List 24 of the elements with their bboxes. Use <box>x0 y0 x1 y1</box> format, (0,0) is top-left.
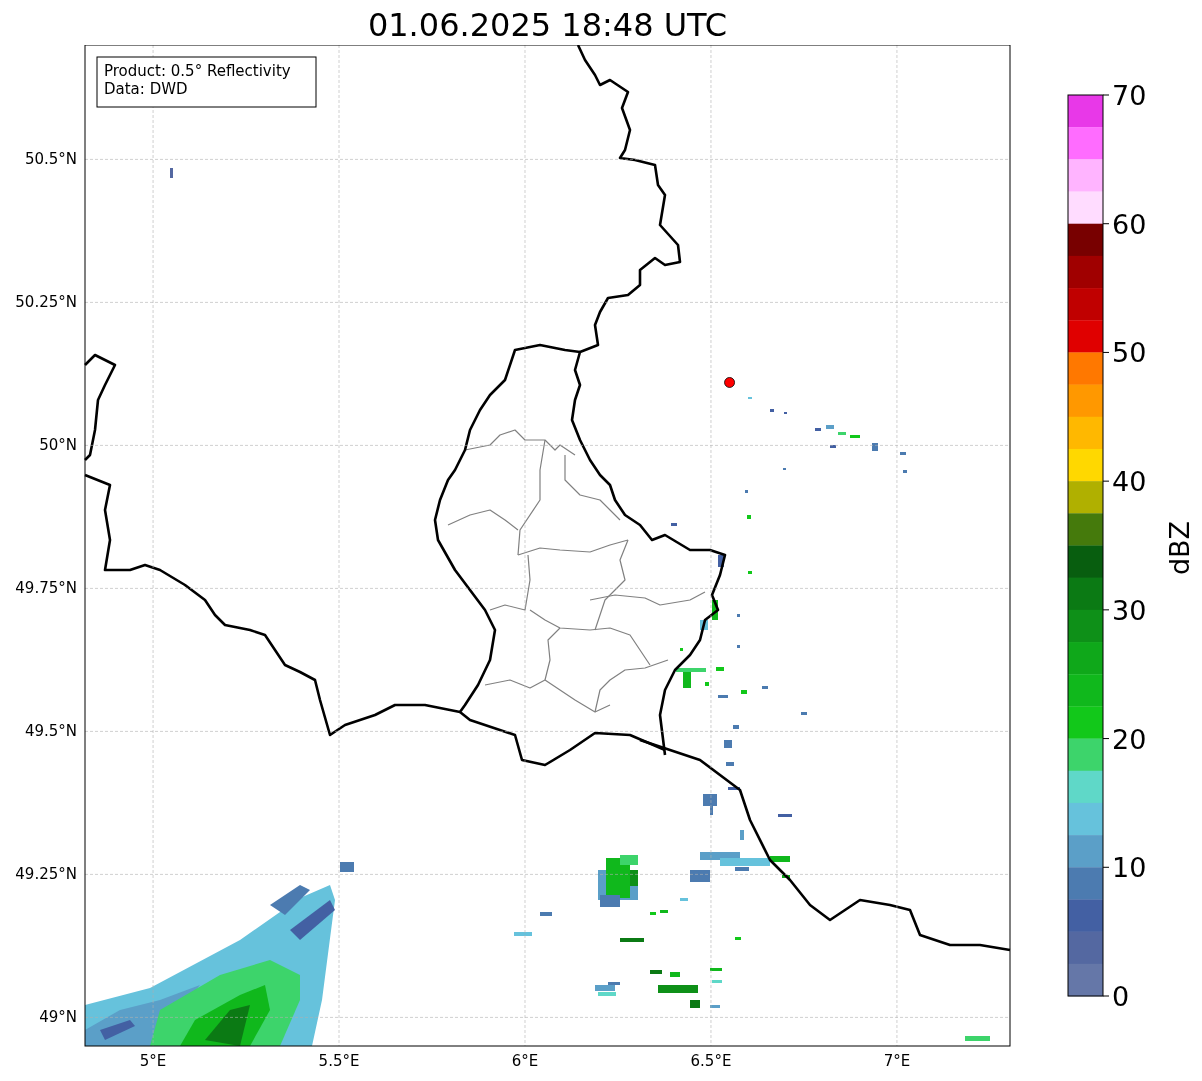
y-tick-label: 49.25°N <box>15 865 77 884</box>
colorbar-tick-label: 50 <box>1112 337 1147 369</box>
info-text: Product: 0.5° Reflectivity <box>104 62 291 80</box>
colorbar-label: dBZ <box>1164 520 1195 576</box>
x-tick-label: 5°E <box>139 1052 167 1070</box>
colorbar-tick-label: 20 <box>1112 723 1147 755</box>
y-tick-label: 50.5°N <box>24 150 77 169</box>
colorbar-tick-label: 10 <box>1112 852 1147 884</box>
x-tick-label: 5.5°E <box>318 1052 360 1070</box>
x-tick-label: 7°E <box>883 1052 911 1070</box>
y-tick-label: 50.25°N <box>15 293 77 312</box>
chart-title: 01.06.2025 18:48 UTC <box>366 5 729 45</box>
x-tick-label: 6.5°E <box>690 1052 732 1070</box>
colorbar-tick-label: 40 <box>1112 466 1147 498</box>
y-tick-label: 49°N <box>39 1008 77 1027</box>
y-tick-label: 49.5°N <box>24 722 77 741</box>
colorbar-tick-label: 60 <box>1112 208 1147 240</box>
info-text: Data: DWD <box>104 80 188 98</box>
colorbar-tick-label: 30 <box>1112 594 1147 626</box>
x-tick-label: 6°E <box>511 1052 539 1070</box>
y-tick-label: 49.75°N <box>15 579 77 598</box>
colorbar-tick-label: 70 <box>1112 80 1147 111</box>
y-tick-label: 50°N <box>39 436 77 455</box>
colorbar-tick-label: 0 <box>1112 981 1130 1012</box>
